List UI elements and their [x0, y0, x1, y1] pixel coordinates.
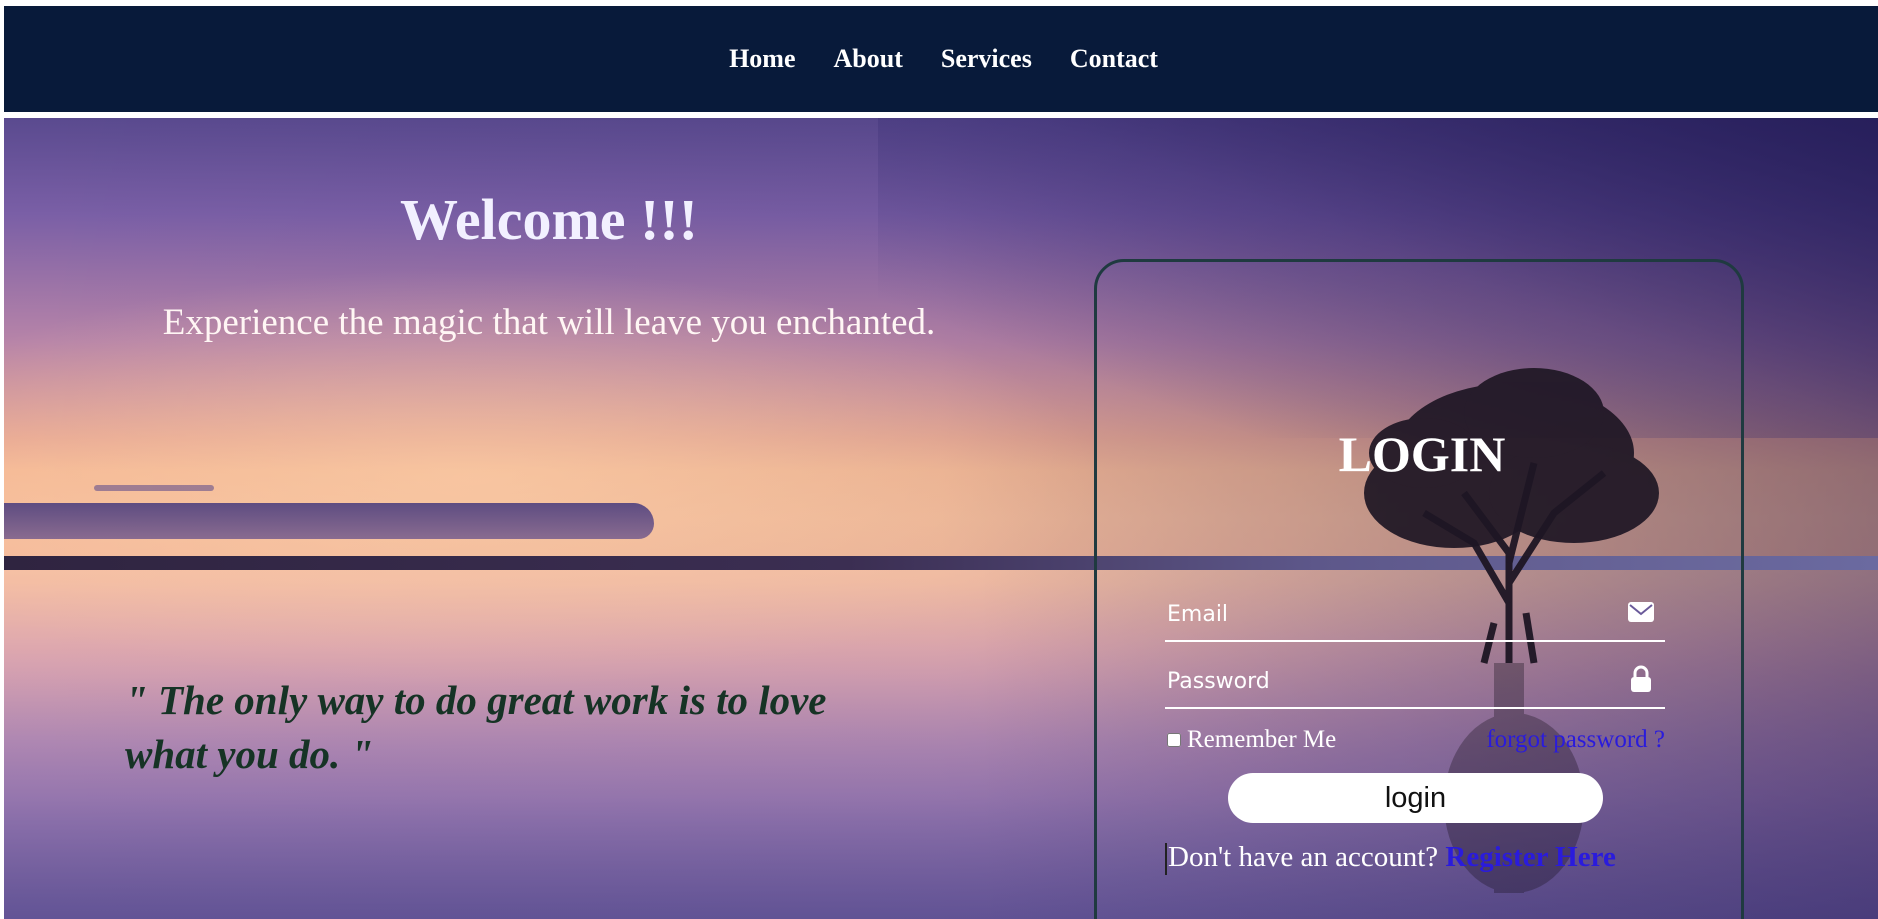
lock-icon	[1631, 665, 1651, 692]
text-caret	[1165, 843, 1167, 876]
password-field-group	[1165, 657, 1665, 709]
email-input[interactable]	[1165, 596, 1609, 632]
forgot-password-link[interactable]: forgot password ?	[1486, 726, 1665, 754]
register-prompt: Don't have an account?	[1168, 841, 1439, 873]
register-row: Don't have an account? Register Here	[1165, 841, 1685, 876]
welcome-heading: Welcome !!!	[400, 187, 698, 252]
hero-section: Welcome !!! Experience the magic that wi…	[4, 118, 1878, 919]
nav-contact-link[interactable]: Contact	[1070, 44, 1158, 74]
nav-links: Home About Services Contact	[729, 44, 1158, 74]
remember-me[interactable]: Remember Me	[1165, 726, 1336, 754]
tagline: Experience the magic that will leave you…	[162, 302, 936, 343]
quote: " The only way to do great work is to lo…	[125, 677, 827, 777]
nav-services-link[interactable]: Services	[941, 44, 1032, 74]
remember-checkbox[interactable]	[1167, 733, 1181, 747]
register-link[interactable]: Register Here	[1445, 841, 1615, 873]
nav-home-link[interactable]: Home	[729, 44, 795, 74]
password-input[interactable]	[1165, 663, 1609, 699]
login-button[interactable]: login	[1228, 773, 1603, 823]
cloud-bank	[4, 503, 654, 539]
cloud	[94, 485, 214, 491]
envelope-icon	[1628, 602, 1654, 622]
nav-about-link[interactable]: About	[834, 44, 903, 74]
remember-row: Remember Me forgot password ?	[1165, 723, 1665, 757]
login-title: LOGIN	[1338, 426, 1506, 482]
page: Home About Services Contact Welcome !!! …	[0, 0, 1878, 919]
navbar: Home About Services Contact	[4, 6, 1878, 112]
email-field-group	[1165, 590, 1665, 642]
remember-label: Remember Me	[1187, 726, 1337, 753]
login-card: LOGIN Remember Me	[1094, 259, 1744, 919]
